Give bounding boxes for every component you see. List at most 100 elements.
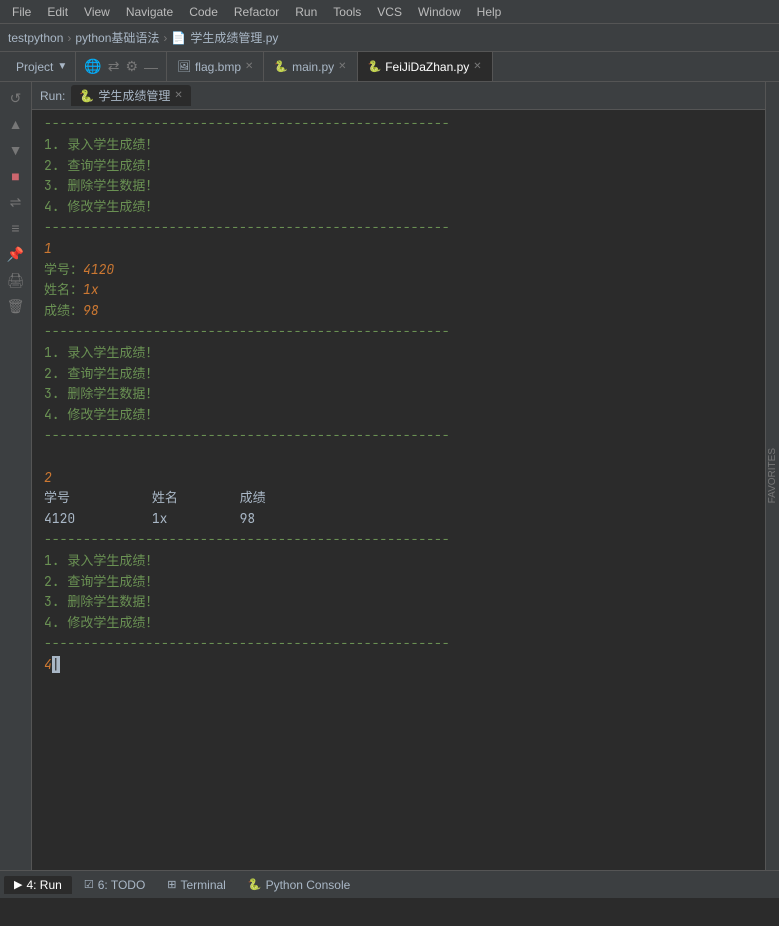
- choice-1: 1: [44, 239, 753, 260]
- menu-item-3-2: 2. 查询学生成绩！: [44, 572, 753, 593]
- menu-item-1-4: 4. 修改学生成绩！: [44, 197, 753, 218]
- left-toolbar: ↺ ▲ ▼ ■ ⇌ ≡ 📌 🖨 🗑: [0, 82, 32, 870]
- wrap-btn[interactable]: ⇌: [4, 190, 28, 214]
- run-tab-icon: 🐍: [79, 89, 94, 103]
- xuehao-line: 学号：4120: [44, 260, 753, 281]
- menu-edit[interactable]: Edit: [39, 3, 76, 21]
- project-dropdown-icon: ▼: [57, 61, 67, 72]
- menu-refactor[interactable]: Refactor: [226, 3, 287, 21]
- breadcrumb-sep-2: ›: [163, 31, 167, 45]
- bottom-tab-todo[interactable]: ☑ 6: TODO: [74, 876, 155, 894]
- settings-icon[interactable]: ⚙: [125, 58, 138, 75]
- menu-code[interactable]: Code: [181, 3, 226, 21]
- project-panel[interactable]: Project ▼: [8, 52, 76, 81]
- menu-item-3-1: 1. 录入学生成绩！: [44, 551, 753, 572]
- table-headers: 学号 姓名 成绩: [44, 488, 753, 509]
- tab-feiji-icon: 🐍: [368, 60, 382, 73]
- bottom-tab-terminal-label: Terminal: [181, 878, 226, 892]
- divider-4: ----------------------------------------…: [44, 426, 753, 447]
- breadcrumb-icon: 📄: [171, 31, 186, 45]
- scroll-down-btn[interactable]: ▼: [4, 138, 28, 162]
- menubar: File Edit View Navigate Code Refactor Ru…: [0, 0, 779, 24]
- menu-vcs[interactable]: VCS: [369, 3, 410, 21]
- bottom-tab-python-console[interactable]: 🐍 Python Console: [238, 876, 360, 894]
- tab-flag-bmp[interactable]: 🖼 flag.bmp ✕: [167, 52, 264, 81]
- divider-1: ----------------------------------------…: [44, 114, 753, 135]
- divider-5: ----------------------------------------…: [44, 530, 753, 551]
- editor-tabs: 🖼 flag.bmp ✕ 🐍 main.py ✕ 🐍 FeiJiDaZhan.p…: [167, 52, 779, 81]
- menu-item-2-1: 1. 录入学生成绩！: [44, 343, 753, 364]
- right-gutter: FAVORITES: [765, 82, 779, 870]
- tab-flag-close[interactable]: ✕: [245, 61, 253, 72]
- divider-2: ----------------------------------------…: [44, 218, 753, 239]
- breadcrumb-project[interactable]: testpython: [8, 31, 63, 45]
- delete-btn[interactable]: 🗑: [4, 294, 28, 318]
- tab-feiji[interactable]: 🐍 FeiJiDaZhan.py ✕: [358, 52, 493, 81]
- menu-item-3-4: 4. 修改学生成绩！: [44, 613, 753, 634]
- tabbar: Project ▼ 🌐 ⇄ ⚙ — 🖼 flag.bmp ✕ 🐍 main.py…: [0, 52, 779, 82]
- print-btn[interactable]: 🖨: [4, 268, 28, 292]
- split-icon[interactable]: ⇄: [108, 58, 120, 75]
- tab-main-label: main.py: [292, 60, 334, 74]
- menu-window[interactable]: Window: [410, 3, 469, 21]
- menu-run[interactable]: Run: [287, 3, 325, 21]
- menu-tools[interactable]: Tools: [325, 3, 369, 21]
- gutter-label: FAVORITES: [767, 448, 778, 503]
- tab-feiji-close[interactable]: ✕: [473, 61, 481, 72]
- xingming-line: 姓名：1x: [44, 280, 753, 301]
- menu-item-2-4: 4. 修改学生成绩！: [44, 405, 753, 426]
- sort-btn[interactable]: ≡: [4, 216, 28, 240]
- bottom-tab-python-label: Python Console: [266, 878, 351, 892]
- tab-main-py[interactable]: 🐍 main.py ✕: [264, 52, 357, 81]
- tab-flag-icon: 🖼: [177, 60, 191, 73]
- minimize-icon[interactable]: —: [144, 59, 158, 75]
- tab-feiji-label: FeiJiDaZhan.py: [385, 60, 469, 74]
- tab-icons-group: 🌐 ⇄ ⚙ —: [76, 52, 167, 81]
- console-output[interactable]: ----------------------------------------…: [32, 110, 765, 870]
- menu-help[interactable]: Help: [469, 3, 510, 21]
- run-panel: Run: 🐍 学生成绩管理 ✕ ------------------------…: [32, 82, 765, 870]
- bottom-tabs: ▶ 4: Run ☑ 6: TODO ⊞ Terminal 🐍 Python C…: [0, 870, 779, 898]
- bottom-tab-terminal[interactable]: ⊞ Terminal: [157, 876, 236, 894]
- python-console-icon: 🐍: [248, 878, 262, 891]
- stop-btn[interactable]: ■: [4, 164, 28, 188]
- tab-main-close[interactable]: ✕: [338, 61, 346, 72]
- menu-item-1-3: 3. 删除学生数据！: [44, 176, 753, 197]
- bottom-tab-todo-label: 6: TODO: [98, 878, 146, 892]
- terminal-icon: ⊞: [167, 878, 176, 891]
- table-row-1: 4120 1x 98: [44, 509, 753, 530]
- run-header: Run: 🐍 学生成绩管理 ✕: [32, 82, 765, 110]
- run-tab-label: 学生成绩管理: [98, 87, 170, 104]
- breadcrumb-file[interactable]: 学生成绩管理.py: [190, 29, 278, 46]
- choice-4-input: 4|: [44, 655, 753, 676]
- run-tab[interactable]: 🐍 学生成绩管理 ✕: [71, 85, 190, 106]
- tab-main-icon: 🐍: [274, 60, 288, 73]
- divider-3: ----------------------------------------…: [44, 322, 753, 343]
- divider-6: ----------------------------------------…: [44, 634, 753, 655]
- main-area: ↺ ▲ ▼ ■ ⇌ ≡ 📌 🖨 🗑 Run: 🐍 学生成绩管理 ✕ ------…: [0, 82, 779, 870]
- tab-flag-label: flag.bmp: [195, 60, 241, 74]
- breadcrumb-folder[interactable]: python基础语法: [75, 29, 159, 46]
- run-icon: ▶: [14, 878, 22, 891]
- breadcrumb-sep-1: ›: [67, 31, 71, 45]
- menu-item-1-2: 2. 查询学生成绩！: [44, 156, 753, 177]
- menu-item-2-3: 3. 删除学生数据！: [44, 384, 753, 405]
- restart-btn[interactable]: ↺: [4, 86, 28, 110]
- scroll-up-btn[interactable]: ▲: [4, 112, 28, 136]
- run-tab-close[interactable]: ✕: [174, 90, 182, 101]
- chengji-line: 成绩：98: [44, 301, 753, 322]
- menu-item-2-2: 2. 查询学生成绩！: [44, 364, 753, 385]
- bottom-tab-run[interactable]: ▶ 4: Run: [4, 876, 72, 894]
- run-label: Run:: [40, 89, 65, 103]
- menu-file[interactable]: File: [4, 3, 39, 21]
- menu-item-1-1: 1. 录入学生成绩！: [44, 135, 753, 156]
- project-label: Project: [16, 60, 53, 74]
- menu-item-3-3: 3. 删除学生数据！: [44, 592, 753, 613]
- todo-icon: ☑: [84, 878, 94, 891]
- menu-view[interactable]: View: [76, 3, 118, 21]
- pin-btn[interactable]: 📌: [4, 242, 28, 266]
- globe-icon[interactable]: 🌐: [84, 58, 101, 75]
- bottom-tab-run-label: 4: Run: [26, 878, 61, 892]
- breadcrumb: testpython › python基础语法 › 📄 学生成绩管理.py: [0, 24, 779, 52]
- menu-navigate[interactable]: Navigate: [118, 3, 181, 21]
